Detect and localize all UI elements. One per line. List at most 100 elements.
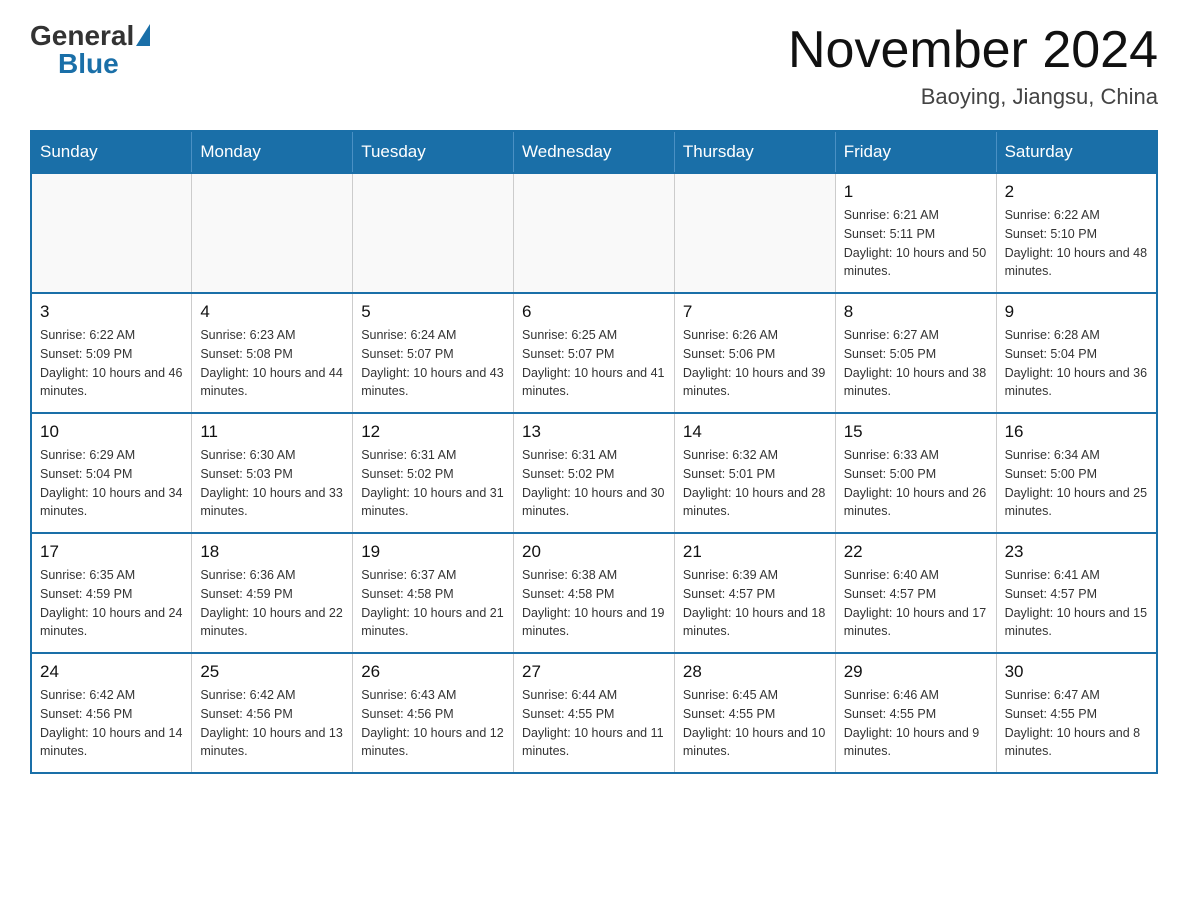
calendar-week-row: 24 Sunrise: 6:42 AMSunset: 4:56 PMDayligh… xyxy=(31,653,1157,773)
day-number: 10 xyxy=(40,422,183,442)
month-title: November 2024 xyxy=(788,20,1158,80)
calendar-cell: 15 Sunrise: 6:33 AMSunset: 5:00 PMDayligh… xyxy=(835,413,996,533)
day-number: 19 xyxy=(361,542,505,562)
day-info: Sunrise: 6:23 AMSunset: 5:08 PMDaylight:… xyxy=(200,326,344,401)
day-info: Sunrise: 6:44 AMSunset: 4:55 PMDaylight:… xyxy=(522,686,666,761)
calendar-week-row: 3 Sunrise: 6:22 AMSunset: 5:09 PMDaylight… xyxy=(31,293,1157,413)
day-number: 5 xyxy=(361,302,505,322)
calendar-cell: 5 Sunrise: 6:24 AMSunset: 5:07 PMDaylight… xyxy=(353,293,514,413)
calendar-cell: 28 Sunrise: 6:45 AMSunset: 4:55 PMDayligh… xyxy=(674,653,835,773)
location-title: Baoying, Jiangsu, China xyxy=(788,84,1158,110)
logo-triangle-icon xyxy=(136,24,150,46)
day-info: Sunrise: 6:29 AMSunset: 5:04 PMDaylight:… xyxy=(40,446,183,521)
day-info: Sunrise: 6:33 AMSunset: 5:00 PMDaylight:… xyxy=(844,446,988,521)
calendar-cell: 30 Sunrise: 6:47 AMSunset: 4:55 PMDayligh… xyxy=(996,653,1157,773)
header-saturday: Saturday xyxy=(996,131,1157,173)
calendar-cell: 9 Sunrise: 6:28 AMSunset: 5:04 PMDaylight… xyxy=(996,293,1157,413)
day-info: Sunrise: 6:34 AMSunset: 5:00 PMDaylight:… xyxy=(1005,446,1148,521)
header-thursday: Thursday xyxy=(674,131,835,173)
calendar-cell: 26 Sunrise: 6:43 AMSunset: 4:56 PMDayligh… xyxy=(353,653,514,773)
day-number: 20 xyxy=(522,542,666,562)
day-info: Sunrise: 6:28 AMSunset: 5:04 PMDaylight:… xyxy=(1005,326,1148,401)
day-number: 23 xyxy=(1005,542,1148,562)
calendar-cell: 24 Sunrise: 6:42 AMSunset: 4:56 PMDayligh… xyxy=(31,653,192,773)
calendar-cell: 18 Sunrise: 6:36 AMSunset: 4:59 PMDayligh… xyxy=(192,533,353,653)
calendar-cell: 17 Sunrise: 6:35 AMSunset: 4:59 PMDayligh… xyxy=(31,533,192,653)
day-info: Sunrise: 6:42 AMSunset: 4:56 PMDaylight:… xyxy=(40,686,183,761)
day-number: 15 xyxy=(844,422,988,442)
day-info: Sunrise: 6:36 AMSunset: 4:59 PMDaylight:… xyxy=(200,566,344,641)
day-number: 25 xyxy=(200,662,344,682)
day-info: Sunrise: 6:46 AMSunset: 4:55 PMDaylight:… xyxy=(844,686,988,761)
day-info: Sunrise: 6:43 AMSunset: 4:56 PMDaylight:… xyxy=(361,686,505,761)
day-number: 28 xyxy=(683,662,827,682)
calendar-cell: 20 Sunrise: 6:38 AMSunset: 4:58 PMDayligh… xyxy=(514,533,675,653)
day-number: 8 xyxy=(844,302,988,322)
day-number: 12 xyxy=(361,422,505,442)
calendar-cell xyxy=(514,173,675,293)
day-number: 9 xyxy=(1005,302,1148,322)
calendar-cell xyxy=(353,173,514,293)
day-number: 3 xyxy=(40,302,183,322)
calendar-header-row: SundayMondayTuesdayWednesdayThursdayFrid… xyxy=(31,131,1157,173)
calendar-cell: 27 Sunrise: 6:44 AMSunset: 4:55 PMDayligh… xyxy=(514,653,675,773)
day-info: Sunrise: 6:24 AMSunset: 5:07 PMDaylight:… xyxy=(361,326,505,401)
day-info: Sunrise: 6:31 AMSunset: 5:02 PMDaylight:… xyxy=(361,446,505,521)
day-number: 18 xyxy=(200,542,344,562)
logo: General Blue xyxy=(30,20,150,80)
calendar-cell: 1 Sunrise: 6:21 AMSunset: 5:11 PMDaylight… xyxy=(835,173,996,293)
calendar-cell: 16 Sunrise: 6:34 AMSunset: 5:00 PMDayligh… xyxy=(996,413,1157,533)
calendar-cell: 6Sunrise: 6:25 AMSunset: 5:07 PMDaylight… xyxy=(514,293,675,413)
day-number: 22 xyxy=(844,542,988,562)
header-friday: Friday xyxy=(835,131,996,173)
day-info: Sunrise: 6:35 AMSunset: 4:59 PMDaylight:… xyxy=(40,566,183,641)
header-sunday: Sunday xyxy=(31,131,192,173)
day-number: 30 xyxy=(1005,662,1148,682)
day-number: 2 xyxy=(1005,182,1148,202)
day-info: Sunrise: 6:38 AMSunset: 4:58 PMDaylight:… xyxy=(522,566,666,641)
calendar-cell xyxy=(192,173,353,293)
day-info: Sunrise: 6:39 AMSunset: 4:57 PMDaylight:… xyxy=(683,566,827,641)
day-number: 24 xyxy=(40,662,183,682)
day-info: Sunrise: 6:31 AMSunset: 5:02 PMDaylight:… xyxy=(522,446,666,521)
day-info: Sunrise: 6:22 AMSunset: 5:10 PMDaylight:… xyxy=(1005,206,1148,281)
calendar-cell: 25Sunrise: 6:42 AMSunset: 4:56 PMDayligh… xyxy=(192,653,353,773)
day-info: Sunrise: 6:40 AMSunset: 4:57 PMDaylight:… xyxy=(844,566,988,641)
header-monday: Monday xyxy=(192,131,353,173)
calendar-week-row: 17 Sunrise: 6:35 AMSunset: 4:59 PMDayligh… xyxy=(31,533,1157,653)
day-info: Sunrise: 6:25 AMSunset: 5:07 PMDaylight:… xyxy=(522,326,666,401)
day-number: 27 xyxy=(522,662,666,682)
day-info: Sunrise: 6:37 AMSunset: 4:58 PMDaylight:… xyxy=(361,566,505,641)
day-info: Sunrise: 6:41 AMSunset: 4:57 PMDaylight:… xyxy=(1005,566,1148,641)
day-number: 1 xyxy=(844,182,988,202)
day-info: Sunrise: 6:22 AMSunset: 5:09 PMDaylight:… xyxy=(40,326,183,401)
day-info: Sunrise: 6:45 AMSunset: 4:55 PMDaylight:… xyxy=(683,686,827,761)
day-number: 21 xyxy=(683,542,827,562)
calendar-table: SundayMondayTuesdayWednesdayThursdayFrid… xyxy=(30,130,1158,774)
calendar-cell: 14Sunrise: 6:32 AMSunset: 5:01 PMDayligh… xyxy=(674,413,835,533)
day-number: 4 xyxy=(200,302,344,322)
day-info: Sunrise: 6:21 AMSunset: 5:11 PMDaylight:… xyxy=(844,206,988,281)
calendar-cell: 13Sunrise: 6:31 AMSunset: 5:02 PMDayligh… xyxy=(514,413,675,533)
title-section: November 2024 Baoying, Jiangsu, China xyxy=(788,20,1158,110)
day-number: 16 xyxy=(1005,422,1148,442)
calendar-cell xyxy=(31,173,192,293)
day-info: Sunrise: 6:26 AMSunset: 5:06 PMDaylight:… xyxy=(683,326,827,401)
calendar-cell: 7 Sunrise: 6:26 AMSunset: 5:06 PMDaylight… xyxy=(674,293,835,413)
calendar-cell: 4 Sunrise: 6:23 AMSunset: 5:08 PMDaylight… xyxy=(192,293,353,413)
day-info: Sunrise: 6:27 AMSunset: 5:05 PMDaylight:… xyxy=(844,326,988,401)
calendar-cell: 29Sunrise: 6:46 AMSunset: 4:55 PMDayligh… xyxy=(835,653,996,773)
day-info: Sunrise: 6:30 AMSunset: 5:03 PMDaylight:… xyxy=(200,446,344,521)
day-info: Sunrise: 6:32 AMSunset: 5:01 PMDaylight:… xyxy=(683,446,827,521)
header-tuesday: Tuesday xyxy=(353,131,514,173)
day-number: 26 xyxy=(361,662,505,682)
calendar-cell xyxy=(674,173,835,293)
calendar-cell: 19 Sunrise: 6:37 AMSunset: 4:58 PMDayligh… xyxy=(353,533,514,653)
day-number: 17 xyxy=(40,542,183,562)
calendar-cell: 21 Sunrise: 6:39 AMSunset: 4:57 PMDayligh… xyxy=(674,533,835,653)
day-number: 7 xyxy=(683,302,827,322)
day-number: 11 xyxy=(200,422,344,442)
calendar-cell: 2 Sunrise: 6:22 AMSunset: 5:10 PMDaylight… xyxy=(996,173,1157,293)
day-info: Sunrise: 6:47 AMSunset: 4:55 PMDaylight:… xyxy=(1005,686,1148,761)
calendar-cell: 12 Sunrise: 6:31 AMSunset: 5:02 PMDayligh… xyxy=(353,413,514,533)
